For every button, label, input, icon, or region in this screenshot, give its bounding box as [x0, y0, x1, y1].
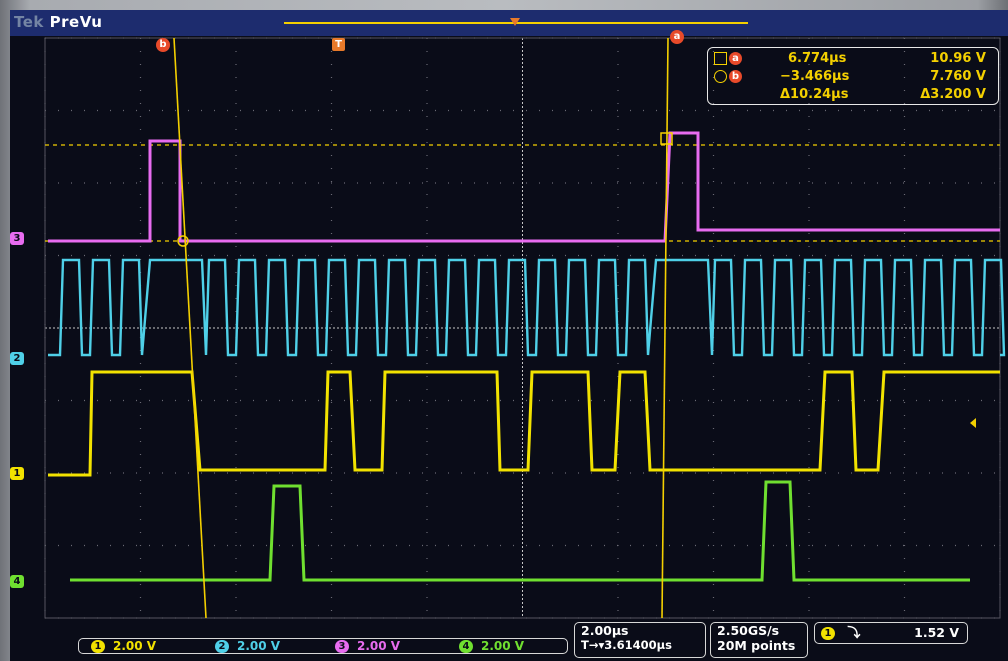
cursor-delta-time: Δ10.24µs	[780, 87, 849, 102]
graticule-grid	[44, 37, 1001, 619]
falling-edge-icon: ⤵	[847, 626, 861, 641]
cursor-delta-volts: Δ3.200 V	[920, 87, 986, 102]
ch1-scale[interactable]: 1 2.00 V	[91, 638, 156, 654]
horizontal-readout[interactable]: 2.00µs T→▾3.61400µs	[574, 622, 706, 658]
ch1-waveform	[48, 370, 1000, 477]
ch3-scale[interactable]: 3 2.00 V	[335, 638, 400, 654]
cursor-a-badge[interactable]: a	[670, 30, 684, 44]
ch2-badge: 2	[215, 640, 229, 653]
ch1-ground-marker[interactable]: 1	[10, 467, 24, 480]
trigger-level-arrow-icon	[970, 418, 976, 428]
sample-rate: 2.50GS/s	[717, 623, 780, 638]
trigger-position-value: T→▾3.61400µs	[581, 638, 672, 652]
ch3-scale-value: 2.00 V	[357, 639, 401, 653]
ch3-waveform	[48, 131, 1000, 243]
trigger-level: 1.52 V	[914, 625, 959, 640]
ch4-scale-value: 2.00 V	[481, 639, 525, 653]
ch2-scale[interactable]: 2 2.00 V	[215, 638, 280, 654]
cursor-a-time: 6.774µs	[788, 51, 847, 66]
ch2-scale-value: 2.00 V	[237, 639, 281, 653]
ch4-badge: 4	[459, 640, 473, 653]
trigger-position-marker[interactable]: T	[332, 38, 345, 51]
acquisition-readout[interactable]: 2.50GS/s 20M points	[710, 622, 808, 658]
scope-screen: Tek PreVu b T a 3 2 1 4 a 6.774µs 10.96 …	[10, 10, 1008, 661]
cursor-readout-panel: a 6.774µs 10.96 V b −3.466µs 7.760 V Δ10…	[707, 47, 999, 105]
channel-scale-bar: 1 2.00 V 2 2.00 V 3 2.00 V 4 2.00 V	[78, 638, 568, 654]
bottom-status-area: 1 2.00 V 2 2.00 V 3 2.00 V 4 2.00 V 2.00µs T…	[10, 622, 1008, 661]
ch4-ground-marker[interactable]: 4	[10, 575, 24, 588]
cursor-b-icon: b	[729, 70, 742, 83]
ch4-scale[interactable]: 4 2.00 V	[459, 638, 524, 654]
cursor-b-volts: 7.760 V	[930, 69, 986, 84]
ch4-waveform	[70, 480, 970, 582]
cursor-a-icon: a	[729, 52, 742, 65]
trigger-source-badge: 1	[821, 627, 835, 640]
cursor-b-time: −3.466µs	[780, 69, 850, 84]
cursor-b-row: b	[714, 68, 742, 86]
ch3-badge: 3	[335, 640, 349, 653]
cursor-a-volts: 10.96 V	[930, 51, 986, 66]
square-icon	[714, 52, 727, 65]
cursor-a-row: a	[714, 50, 742, 68]
circle-icon	[714, 70, 727, 83]
ch1-scale-value: 2.00 V	[113, 639, 157, 653]
timebase-value: 2.00µs	[581, 623, 629, 638]
trigger-readout[interactable]: 1 ⤵ 1.52 V	[814, 622, 968, 644]
ch3-ground-marker[interactable]: 3	[10, 232, 24, 245]
ch1-badge: 1	[91, 640, 105, 653]
cursor-b-badge[interactable]: b	[156, 38, 170, 52]
record-length: 20M points	[717, 638, 796, 653]
ch2-ground-marker[interactable]: 2	[10, 352, 24, 365]
